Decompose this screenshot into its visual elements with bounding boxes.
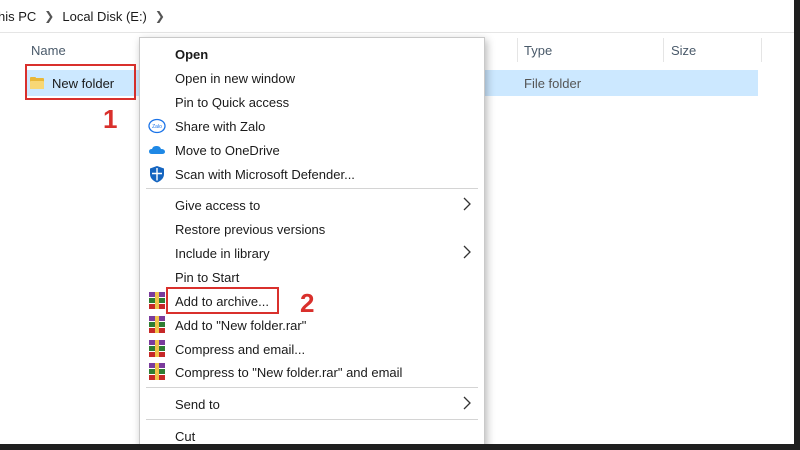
chevron-right-icon: [463, 245, 471, 259]
menu-item-label: Cut: [175, 428, 196, 444]
breadcrumb-local-disk[interactable]: Local Disk (E:): [62, 0, 147, 32]
menu-item-move-onedrive[interactable]: Move to OneDrive: [140, 138, 484, 162]
chevron-right-icon: ❯: [154, 9, 165, 23]
highlight-box-step-1: [25, 64, 136, 100]
winrar-icon: [149, 340, 165, 357]
chevron-right-icon: [463, 396, 471, 410]
menu-item-give-access[interactable]: Give access to: [140, 193, 484, 217]
step-number-2: 2: [300, 288, 315, 318]
svg-text:Zalo: Zalo: [152, 124, 162, 130]
context-menu: Open Open in new window Pin to Quick acc…: [139, 37, 485, 450]
menu-item-label: Pin to Start: [175, 269, 240, 285]
file-type: File folder: [524, 75, 582, 91]
menu-item-label: Share with Zalo: [175, 118, 266, 134]
menu-separator: [146, 387, 478, 388]
menu-separator: [146, 188, 478, 189]
menu-item-open[interactable]: Open: [140, 42, 484, 66]
highlight-box-step-2: [166, 287, 279, 314]
breadcrumb-this-pc[interactable]: his PC: [0, 0, 36, 32]
winrar-icon: [149, 363, 165, 380]
file-row-type: File folder: [524, 72, 581, 94]
menu-item-cut[interactable]: Cut: [140, 424, 484, 448]
menu-item-label: Open: [175, 46, 209, 62]
winrar-icon: [149, 316, 165, 333]
menu-item-label: Pin to Quick access: [175, 94, 290, 110]
winrar-icon: [149, 292, 165, 309]
menu-item-label: Give access to: [175, 197, 261, 213]
column-name[interactable]: Name: [31, 36, 66, 64]
breadcrumb-label: Local Disk (E:): [62, 8, 147, 24]
menu-item-send-to[interactable]: Send to: [140, 392, 484, 416]
chevron-right-icon: ❯: [44, 9, 55, 23]
column-divider[interactable]: [517, 38, 518, 62]
column-name-label: Name: [31, 42, 66, 58]
menu-item-restore-versions[interactable]: Restore previous versions: [140, 217, 484, 241]
menu-item-share-zalo[interactable]: Zalo Share with Zalo: [140, 114, 484, 138]
menu-item-label: Restore previous versions: [175, 221, 326, 237]
menu-item-label: Move to OneDrive: [175, 142, 280, 158]
column-type[interactable]: Type: [524, 36, 552, 64]
column-size-label: Size: [671, 42, 697, 58]
onedrive-icon: [149, 145, 165, 154]
zalo-icon: Zalo: [148, 118, 166, 134]
menu-item-pin-quick-access[interactable]: Pin to Quick access: [140, 90, 484, 114]
menu-item-scan-defender[interactable]: Scan with Microsoft Defender...: [140, 162, 484, 186]
column-divider[interactable]: [761, 38, 762, 62]
menu-item-label: Compress and email...: [175, 341, 306, 357]
chevron-right-icon: [463, 197, 471, 211]
menu-item-compress-rar-email[interactable]: Compress to "New folder.rar" and email: [140, 360, 484, 384]
menu-item-label: Open in new window: [175, 70, 295, 86]
column-divider[interactable]: [663, 38, 664, 62]
menu-item-label: Send to: [175, 396, 220, 412]
defender-shield-icon: [150, 166, 164, 183]
menu-item-compress-email[interactable]: Compress and email...: [140, 337, 484, 361]
menu-item-label: Scan with Microsoft Defender...: [175, 166, 355, 182]
menu-separator: [146, 419, 478, 420]
column-size[interactable]: Size: [671, 36, 696, 64]
menu-item-open-new-window[interactable]: Open in new window: [140, 66, 484, 90]
menu-item-pin-start[interactable]: Pin to Start: [140, 265, 484, 289]
breadcrumb-label: his PC: [0, 8, 37, 24]
step-number-1: 1: [103, 104, 118, 134]
address-bar[interactable]: his PC ❯ Local Disk (E:) ❯: [0, 0, 794, 33]
column-type-label: Type: [524, 42, 553, 58]
menu-item-include-library[interactable]: Include in library: [140, 241, 484, 265]
menu-item-label: Add to "New folder.rar": [175, 317, 307, 333]
menu-item-label: Compress to "New folder.rar" and email: [175, 364, 403, 380]
menu-item-label: Include in library: [175, 245, 270, 261]
